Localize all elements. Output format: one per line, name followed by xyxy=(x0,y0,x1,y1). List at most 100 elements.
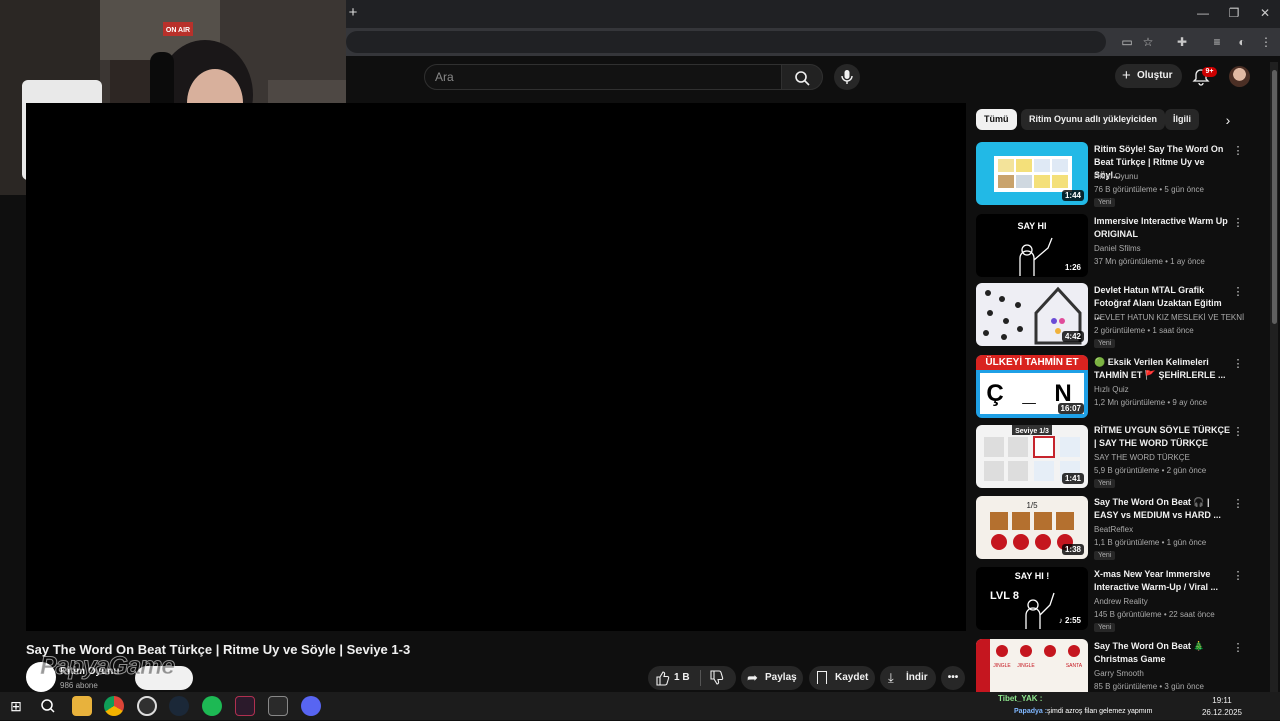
video-thumbnail[interactable]: JINGLE JINGLE SANTA xyxy=(976,639,1088,692)
restore-icon[interactable]: ❐ xyxy=(1217,4,1251,22)
thumb-word: SANTA xyxy=(1066,663,1083,669)
new-badge: Yeni xyxy=(1094,198,1116,207)
suggestion-title[interactable]: 🟢 Eksik Verilen Kelimeleri TAHMİN ET 🚩 Ş… xyxy=(1094,356,1230,382)
suggestion-channel[interactable]: BeatReflex xyxy=(1094,525,1244,534)
more-vert-icon[interactable]: ⋮ xyxy=(1232,217,1244,229)
chevron-right-icon[interactable]: › xyxy=(1218,110,1238,130)
video-thumbnail[interactable]: 1/5 1:38 xyxy=(976,496,1088,559)
taskbar-time[interactable]: 19:11 xyxy=(1197,696,1247,705)
cast-icon[interactable]: ▭ xyxy=(1118,33,1136,51)
download-button[interactable]: ⤓ İndir xyxy=(880,666,936,690)
new-badge: Yeni xyxy=(1094,479,1116,488)
create-label: Oluştur xyxy=(1137,70,1173,81)
video-thumbnail[interactable]: ÜLKEYİ TAHMİN ET Ç _ N 16:07 xyxy=(976,355,1088,418)
fraction-text: 1/5 xyxy=(1026,501,1038,510)
app-icon[interactable] xyxy=(235,696,255,716)
suggestion-title[interactable]: Immersive Interactive Warm Up ORIGINAL xyxy=(1094,215,1230,241)
more-vert-icon[interactable]: ⋮ xyxy=(1232,570,1244,582)
chrome-icon[interactable] xyxy=(104,696,124,716)
new-badge: Yeni xyxy=(1094,623,1116,632)
create-button[interactable]: + Oluştur xyxy=(1115,64,1182,88)
say-hi-text: SAY HI ! xyxy=(1015,571,1050,581)
like-count: 1 B xyxy=(674,672,690,683)
subscriber-count: 986 abone xyxy=(60,681,98,690)
thumbs-up-icon xyxy=(656,671,670,686)
chat-overlay-user: Tibet_YAK : xyxy=(998,694,1043,703)
seviye-text: Seviye 1/3 xyxy=(1015,428,1049,435)
suggestion-channel[interactable]: Hızlı Quiz xyxy=(1094,385,1244,394)
more-vert-icon[interactable]: ⋮ xyxy=(1232,426,1244,438)
on-air-text: ON AIR xyxy=(166,27,190,34)
spotify-icon[interactable] xyxy=(202,696,222,716)
star-icon[interactable]: ☆ xyxy=(1139,33,1157,51)
obs-icon[interactable] xyxy=(137,696,157,716)
steam-icon[interactable] xyxy=(169,696,189,716)
more-vert-icon[interactable]: ⋮ xyxy=(1232,145,1244,157)
windows-taskbar xyxy=(0,692,1280,720)
suggestion-channel[interactable]: Ritim Oyunu xyxy=(1094,172,1244,181)
more-vert-icon[interactable]: ⋮ xyxy=(1232,498,1244,510)
share-label: Paylaş xyxy=(765,672,797,683)
more-vert-icon[interactable]: ⋮ xyxy=(1232,358,1244,370)
video-thumbnail[interactable]: 1:44 xyxy=(976,142,1088,205)
suggestion-channel[interactable]: Garry Smooth xyxy=(1094,669,1244,678)
suggestion-title[interactable]: Say The Word On Beat 🎄 Christmas Game xyxy=(1094,640,1230,666)
save-button[interactable]: Kaydet xyxy=(809,666,875,690)
account-avatar[interactable] xyxy=(1229,66,1250,87)
voice-search-button[interactable] xyxy=(834,64,860,90)
file-explorer-icon[interactable] xyxy=(72,696,92,716)
lvl-text: LVL 8 xyxy=(990,590,1019,602)
plus-icon: + xyxy=(1122,67,1131,84)
chip-all[interactable]: Tümü xyxy=(976,109,1017,130)
more-vert-icon[interactable]: ⋮ xyxy=(1232,286,1244,298)
profile-icon[interactable]: ◐ xyxy=(1233,33,1251,51)
thumb-word: JINGLE xyxy=(1017,663,1035,669)
share-button[interactable]: ➦ Paylaş xyxy=(741,666,803,690)
address-bar[interactable] xyxy=(346,31,1106,53)
more-vert-icon[interactable]: ⋮ xyxy=(1232,642,1244,654)
share-icon: ➦ xyxy=(747,670,758,685)
suggestion-title[interactable]: RİTME UYGUN SÖYLE TÜRKÇE | SAY THE WORD … xyxy=(1094,424,1230,450)
suggestion-channel[interactable]: SAY THE WORD TÜRKÇE xyxy=(1094,453,1244,462)
extensions-icon[interactable]: ✚ xyxy=(1173,33,1191,51)
suggestion-channel[interactable]: Daniel Sfilms xyxy=(1094,244,1244,253)
chip-from-uploader[interactable]: Ritim Oyunu adlı yükleyiciden xyxy=(1021,109,1166,130)
suggestion-meta: 5,9 B görüntüleme • 2 gün önce xyxy=(1094,466,1207,475)
video-duration: ♪ 2:55 xyxy=(1055,615,1084,626)
save-label: Kaydet xyxy=(835,672,869,683)
suggestion-title[interactable]: Say The Word On Beat 🎧 | EASY vs MEDIUM … xyxy=(1094,496,1230,522)
say-hi-text: SAY HI xyxy=(1017,221,1046,231)
video-thumbnail[interactable]: 4:42 xyxy=(976,283,1088,346)
windows-start-icon[interactable]: ⊞ xyxy=(6,696,26,716)
media-icon[interactable]: ≡ xyxy=(1208,33,1226,51)
new-tab-button[interactable]: + xyxy=(345,5,361,21)
video-player[interactable] xyxy=(26,103,966,631)
discord-icon[interactable] xyxy=(301,696,321,716)
video-thumbnail[interactable]: SAY HI ! LVL 8 ♪ 2:55 xyxy=(976,567,1088,630)
like-divider xyxy=(700,670,701,686)
suggestion-meta: 1,1 B görüntüleme • 1 gün önce xyxy=(1094,538,1207,547)
suggestion-channel[interactable]: DEVLET HATUN KIZ MESLEKİ VE TEKNİ... xyxy=(1094,313,1244,322)
taskbar-date[interactable]: 26.12.2025 xyxy=(1197,708,1247,717)
thumb-word: JINGLE xyxy=(993,663,1011,669)
close-icon[interactable]: ✕ xyxy=(1248,4,1280,22)
menu-icon[interactable]: ⋮ xyxy=(1257,33,1275,51)
chip-related[interactable]: İlgili xyxy=(1165,109,1199,130)
suggestion-channel[interactable]: Andrew Reality xyxy=(1094,597,1244,606)
search-button[interactable] xyxy=(781,64,823,90)
download-icon: ⤓ xyxy=(888,670,894,685)
video-thumbnail[interactable]: SAY HI 1:26 xyxy=(976,214,1088,277)
microphone-icon xyxy=(841,70,853,84)
scrollbar-thumb[interactable] xyxy=(1272,70,1277,324)
video-duration: 16:07 xyxy=(1057,403,1084,414)
suggestion-title[interactable]: X-mas New Year Immersive Interactive War… xyxy=(1094,568,1230,594)
thumbnail-art: JINGLE JINGLE SANTA xyxy=(976,639,1083,692)
minimize-icon[interactable]: — xyxy=(1186,4,1220,22)
epic-games-icon[interactable] xyxy=(268,696,288,716)
search-icon[interactable] xyxy=(38,696,58,716)
search-input[interactable]: Ara xyxy=(424,64,782,90)
video-thumbnail[interactable]: Seviye 1/3 1:41 xyxy=(976,425,1088,488)
new-badge: Yeni xyxy=(1094,339,1116,348)
more-actions-button[interactable]: ••• xyxy=(941,666,965,690)
like-dislike-group: 1 B xyxy=(648,666,736,690)
